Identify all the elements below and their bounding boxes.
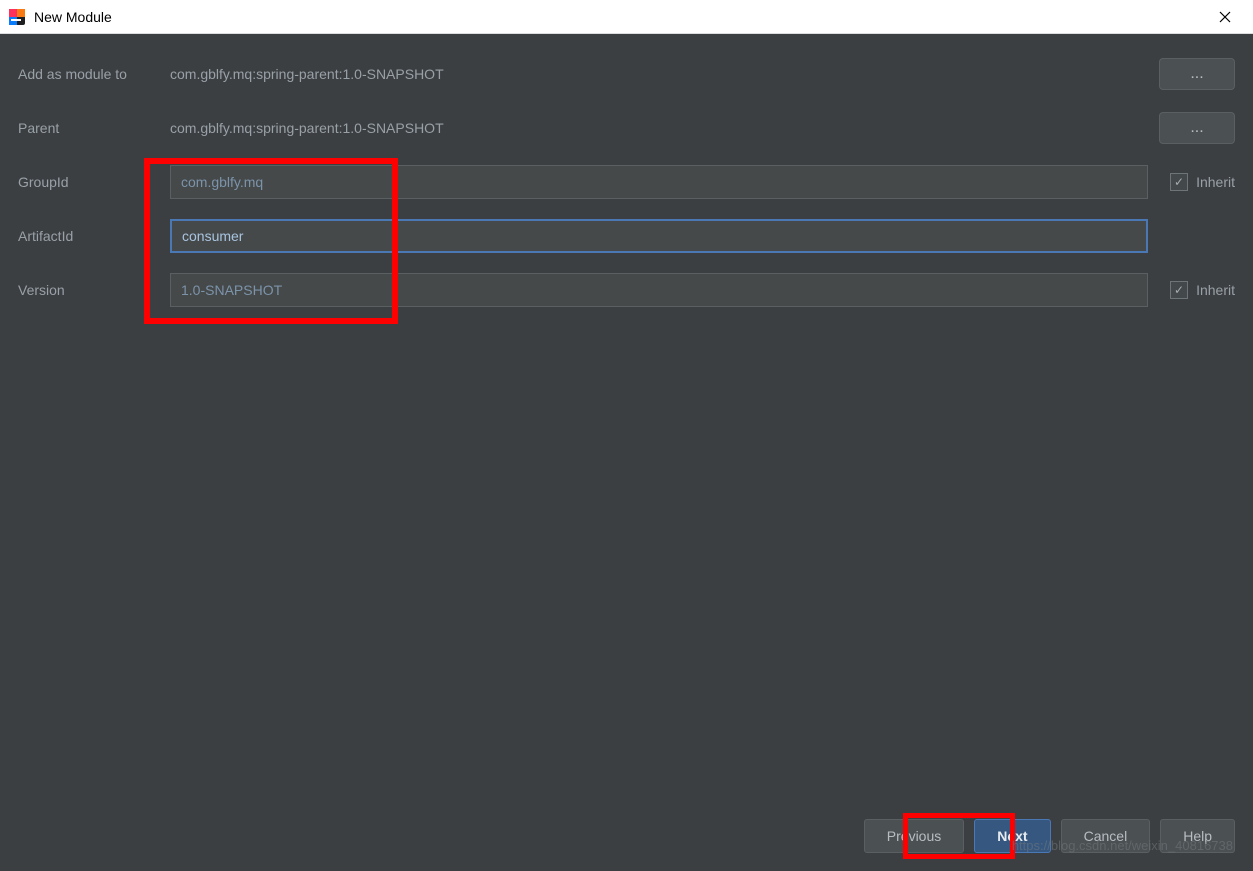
inherit-groupid[interactable]: ✓ Inherit [1170,173,1235,191]
inherit-version-label: Inherit [1196,282,1235,298]
version-input[interactable] [170,273,1148,307]
row-groupid: GroupId ✓ Inherit [18,164,1235,200]
artifactid-input[interactable] [170,219,1148,253]
cancel-button[interactable]: Cancel [1061,819,1151,853]
inherit-version[interactable]: ✓ Inherit [1170,281,1235,299]
label-add-as-module: Add as module to [18,66,170,82]
inherit-groupid-label: Inherit [1196,174,1235,190]
previous-button[interactable]: Previous [864,819,964,853]
dialog-content: Add as module to com.gblfy.mq:spring-par… [0,34,1253,871]
checkbox-groupid-inherit[interactable]: ✓ [1170,173,1188,191]
groupid-input[interactable] [170,165,1148,199]
label-version: Version [18,282,170,298]
window-title: New Module [34,9,112,25]
close-button[interactable] [1205,2,1245,32]
label-parent: Parent [18,120,170,136]
browse-add-as-module-button[interactable]: ... [1159,58,1235,90]
label-artifactid: ArtifactId [18,228,170,244]
label-groupid: GroupId [18,174,170,190]
row-artifactid: ArtifactId Inherit [18,218,1235,254]
value-add-as-module: com.gblfy.mq:spring-parent:1.0-SNAPSHOT [170,66,1143,82]
dialog-footer: Previous Next Cancel Help [864,819,1235,853]
row-version: Version ✓ Inherit [18,272,1235,308]
help-button[interactable]: Help [1160,819,1235,853]
titlebar: New Module [0,0,1253,34]
value-parent: com.gblfy.mq:spring-parent:1.0-SNAPSHOT [170,120,1143,136]
next-button[interactable]: Next [974,819,1050,853]
row-parent: Parent com.gblfy.mq:spring-parent:1.0-SN… [18,110,1235,146]
titlebar-left: New Module [8,8,112,26]
row-add-as-module: Add as module to com.gblfy.mq:spring-par… [18,56,1235,92]
intellij-icon [8,8,26,26]
browse-parent-button[interactable]: ... [1159,112,1235,144]
checkbox-version-inherit[interactable]: ✓ [1170,281,1188,299]
